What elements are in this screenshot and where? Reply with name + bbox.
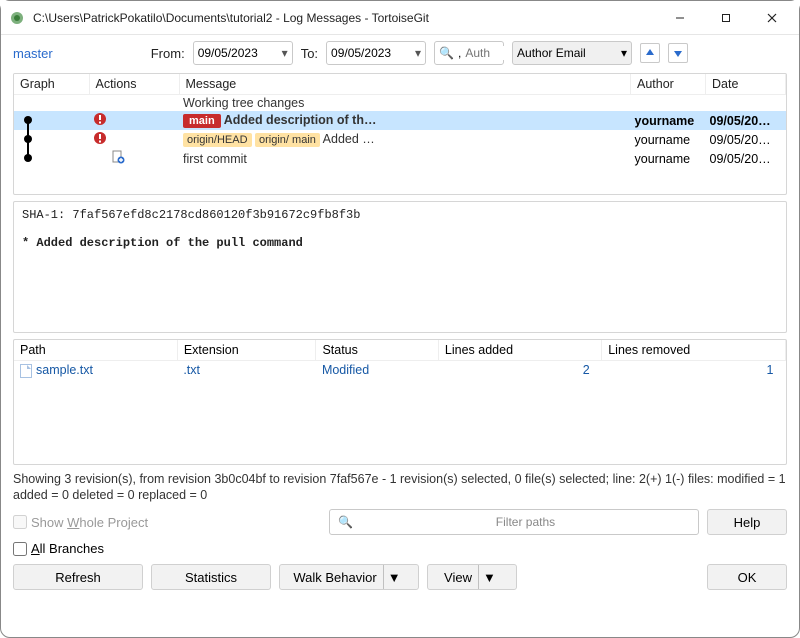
log-header-actions[interactable]: Actions (89, 74, 179, 95)
log-header-row: Graph Actions Message Author Date (14, 74, 786, 95)
log-message: first commit (179, 149, 631, 168)
search-icon: 🔍 (338, 515, 353, 529)
chevron-down-icon: ▾ (282, 46, 288, 60)
log-row[interactable]: first commit yourname 09/05/20… (14, 149, 786, 168)
scroll-up-button[interactable] (640, 43, 660, 63)
toolbar: master From: 09/05/2023 ▾ To: 09/05/2023… (1, 35, 799, 71)
file-icon (20, 364, 32, 378)
search-input[interactable] (465, 46, 505, 60)
to-date-combo[interactable]: 09/05/2023 ▾ (326, 41, 426, 65)
author-combo[interactable]: Author Email ▾ (512, 41, 632, 65)
chevron-down-icon: ▾ (415, 46, 421, 60)
log-row[interactable]: Working tree changes (14, 95, 786, 112)
detail-subject: * Added description of the pull command (22, 236, 303, 250)
log-date: 09/05/20… (706, 111, 786, 130)
author-combo-value: Author Email (517, 46, 586, 60)
log-author: yourname (631, 149, 706, 168)
add-file-icon (111, 150, 125, 164)
chevron-down-icon: ▾ (621, 46, 627, 60)
log-date: 09/05/20… (706, 130, 786, 149)
files-header-removed[interactable]: Lines removed (602, 340, 786, 361)
maximize-button[interactable] (703, 2, 749, 34)
log-author: yourname (631, 111, 706, 130)
file-added: 2 (438, 361, 601, 380)
show-whole-project-checkbox[interactable]: Show Whole Project (13, 515, 148, 530)
file-status: Modified (316, 361, 438, 380)
help-button[interactable]: Help (707, 509, 787, 535)
log-table[interactable]: Graph Actions Message Author Date Workin… (14, 74, 786, 168)
status-line: Showing 3 revision(s), from revision 3b0… (13, 471, 787, 503)
log-date: 09/05/20… (706, 149, 786, 168)
search-icon: 🔍 (439, 46, 454, 60)
statistics-button[interactable]: Statistics (151, 564, 271, 590)
file-row[interactable]: sample.txt .txt Modified 2 1 (14, 361, 786, 380)
log-header-graph[interactable]: Graph (14, 74, 89, 95)
chevron-down-icon[interactable]: ▼ (383, 565, 405, 589)
branch-tag-origin: origin/ main (255, 133, 320, 147)
files-header-added[interactable]: Lines added (438, 340, 601, 361)
chevron-down-icon[interactable]: ▼ (478, 565, 500, 589)
close-button[interactable] (749, 2, 795, 34)
log-header-author[interactable]: Author (631, 74, 706, 95)
file-list-panel: Path Extension Status Lines added Lines … (13, 339, 787, 465)
branch-tag-main: main (183, 114, 221, 128)
walk-behavior-button[interactable]: Walk Behavior ▼ (279, 564, 419, 590)
branch-tag-origin: origin/HEAD (183, 133, 252, 147)
scroll-down-button[interactable] (668, 43, 688, 63)
log-header-date[interactable]: Date (706, 74, 786, 95)
to-date-value: 09/05/2023 (331, 46, 391, 60)
from-date-combo[interactable]: 09/05/2023 ▾ (193, 41, 293, 65)
files-header-status[interactable]: Status (316, 340, 438, 361)
minimize-button[interactable] (657, 2, 703, 34)
log-message: Working tree changes (179, 95, 631, 112)
file-removed: 1 (602, 361, 786, 380)
files-header-path[interactable]: Path (14, 340, 177, 361)
warning-icon (93, 131, 107, 145)
file-path: sample.txt (36, 363, 93, 377)
to-label: To: (301, 46, 318, 61)
branch-link[interactable]: master (13, 46, 143, 61)
from-date-value: 09/05/2023 (198, 46, 258, 60)
ok-button[interactable]: OK (707, 564, 787, 590)
log-author: yourname (631, 130, 706, 149)
files-header-ext[interactable]: Extension (177, 340, 316, 361)
log-message: main Added description of th… (179, 111, 631, 130)
search-box[interactable]: 🔍, (434, 41, 504, 65)
view-button[interactable]: View ▼ (427, 564, 517, 590)
refresh-button[interactable]: Refresh (13, 564, 143, 590)
log-row[interactable]: origin/HEAD origin/ main Added … yournam… (14, 130, 786, 149)
all-branches-checkbox[interactable]: All Branches (13, 541, 104, 556)
from-label: From: (151, 46, 185, 61)
commit-detail-panel[interactable]: SHA-1: 7faf567efd8c2178cd860120f3b91672c… (13, 201, 787, 333)
bottom-panel: Show Whole Project 🔍 Filter paths Help A… (1, 503, 799, 600)
warning-icon (93, 112, 107, 126)
log-row[interactable]: main Added description of th… yourname 0… (14, 111, 786, 130)
filter-placeholder: Filter paths (361, 515, 690, 529)
file-list-table[interactable]: Path Extension Status Lines added Lines … (14, 340, 786, 380)
file-ext: .txt (177, 361, 316, 380)
detail-sha: SHA-1: 7faf567efd8c2178cd860120f3b91672c… (22, 208, 360, 222)
app-icon (9, 10, 25, 26)
window-title: C:\Users\PatrickPokatilo\Documents\tutor… (33, 11, 657, 25)
log-message: origin/HEAD origin/ main Added … (179, 130, 631, 149)
filter-paths-input[interactable]: 🔍 Filter paths (329, 509, 699, 535)
log-header-message[interactable]: Message (179, 74, 631, 95)
titlebar: C:\Users\PatrickPokatilo\Documents\tutor… (1, 1, 799, 35)
log-table-panel: Graph Actions Message Author Date Workin… (13, 73, 787, 195)
